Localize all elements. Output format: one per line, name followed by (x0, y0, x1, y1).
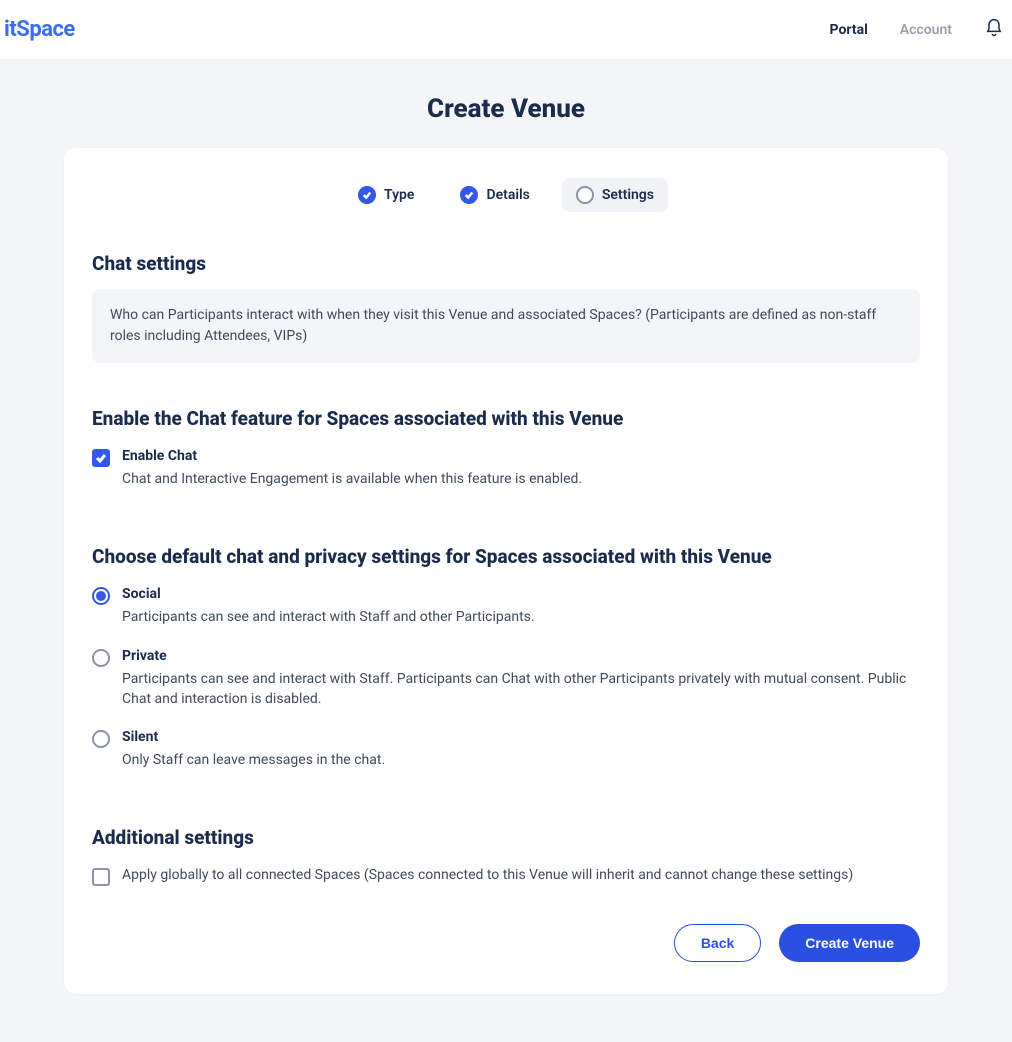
form-card: Type Details Settings Chat settings Who … (64, 148, 948, 994)
nav-right: Portal Account (830, 18, 1012, 42)
step-type-label: Type (384, 187, 414, 203)
step-settings[interactable]: Settings (562, 178, 668, 212)
privacy-silent-desc: Only Staff can leave messages in the cha… (122, 750, 920, 770)
privacy-radio-private[interactable] (92, 649, 110, 667)
privacy-radio-social[interactable] (92, 587, 110, 605)
enable-chat-checkbox[interactable] (92, 449, 110, 467)
privacy-option-social: Social Participants can see and interact… (92, 586, 920, 627)
enable-chat-label: Enable Chat (122, 448, 920, 464)
privacy-heading: Choose default chat and privacy settings… (92, 545, 920, 568)
step-settings-label: Settings (602, 187, 654, 203)
privacy-social-desc: Participants can see and interact with S… (122, 607, 920, 627)
nav-account[interactable]: Account (900, 22, 952, 38)
apply-global-checkbox[interactable] (92, 868, 110, 886)
apply-global-row: Apply globally to all connected Spaces (… (92, 867, 920, 886)
nav-portal[interactable]: Portal (830, 22, 868, 38)
step-details-label: Details (486, 187, 529, 203)
additional-heading: Additional settings (92, 826, 920, 849)
privacy-option-private: Private Participants can see and interac… (92, 648, 920, 710)
app-logo: itSpace (4, 17, 75, 42)
step-details[interactable]: Details (446, 178, 543, 212)
privacy-private-desc: Participants can see and interact with S… (122, 669, 920, 710)
form-actions: Back Create Venue (92, 924, 920, 962)
check-circle-icon (460, 186, 478, 204)
bell-icon[interactable] (984, 18, 1004, 42)
enable-chat-desc: Chat and Interactive Engagement is avail… (122, 469, 920, 489)
enable-chat-heading: Enable the Chat feature for Spaces assoc… (92, 407, 920, 430)
privacy-radio-silent[interactable] (92, 730, 110, 748)
privacy-silent-label: Silent (122, 729, 920, 745)
top-bar: itSpace Portal Account (0, 0, 1012, 60)
pending-circle-icon (576, 186, 594, 204)
page-title: Create Venue (0, 94, 1012, 124)
chat-settings-heading: Chat settings (92, 252, 920, 275)
chat-settings-banner: Who can Participants interact with when … (92, 289, 920, 363)
step-type[interactable]: Type (344, 178, 428, 212)
stepper: Type Details Settings (92, 178, 920, 212)
privacy-social-label: Social (122, 586, 920, 602)
privacy-option-silent: Silent Only Staff can leave messages in … (92, 729, 920, 770)
check-circle-icon (358, 186, 376, 204)
back-button[interactable]: Back (674, 924, 761, 962)
apply-global-label: Apply globally to all connected Spaces (… (122, 867, 920, 883)
create-venue-button[interactable]: Create Venue (779, 924, 920, 962)
enable-chat-row: Enable Chat Chat and Interactive Engagem… (92, 448, 920, 489)
privacy-private-label: Private (122, 648, 920, 664)
